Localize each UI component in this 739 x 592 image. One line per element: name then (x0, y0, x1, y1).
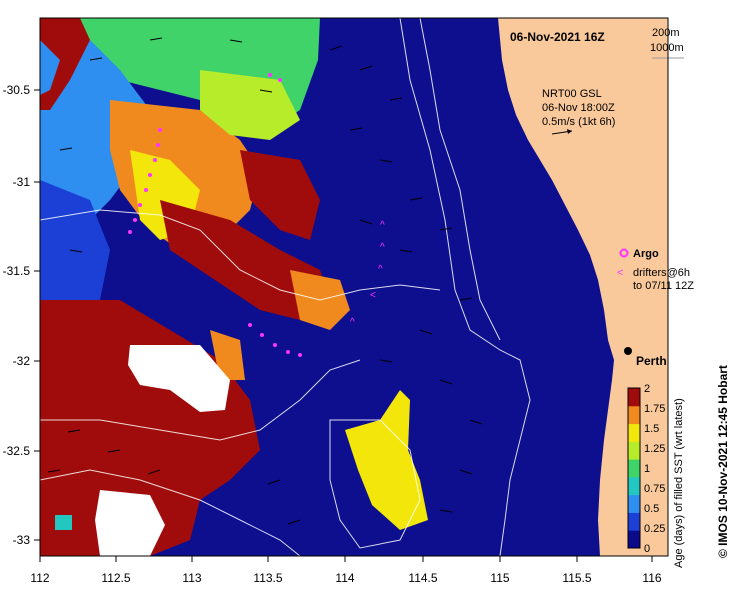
colorbar-tick-label: 0 (644, 543, 650, 555)
contour-label-1000m: 1000m (650, 42, 684, 54)
drifter-legend-label-2: to 07/11 12Z (633, 280, 694, 292)
date-label: 06-Nov-2021 16Z (510, 30, 605, 44)
colorbar-segment (628, 405, 640, 425)
colorbar-tick-label: 1.75 (644, 403, 665, 415)
colorbar-segment (628, 476, 640, 496)
x-tick-label: 115 (490, 571, 509, 585)
colorbar-tick-label: 0.25 (644, 523, 665, 535)
colorbar-tick-label: 1.25 (644, 443, 665, 455)
y-tick-label: -31 (13, 175, 31, 189)
credit-label: © IMOS 10-Nov-2021 12:45 Hobart (716, 365, 730, 558)
colorbar-tick-label: 0.5 (644, 503, 659, 515)
current-source: NRT00 GSL (542, 88, 602, 100)
y-tick-label: -30.5 (3, 83, 31, 97)
y-tick-label: -32 (13, 354, 31, 368)
x-tick-label: 112 (30, 571, 49, 585)
colorbar-tick-label: 1.5 (644, 423, 659, 435)
colorbar-tick-label: 0.75 (644, 483, 665, 495)
colorbar-segment (628, 530, 640, 549)
colorbar-segment (628, 388, 640, 407)
current-scale: 0.5m/s (1kt 6h) (542, 116, 615, 128)
x-tick-label: 114.5 (408, 571, 437, 585)
svg-text:^: ^ (378, 264, 383, 275)
sst-map: ^ ^ ^ ^ < Perth 06-Nov-2021 16Z 200m 100… (3, 17, 730, 585)
x-tick-label: 113.5 (253, 571, 282, 585)
x-tick-label: 113 (182, 571, 201, 585)
perth-label: Perth (636, 354, 667, 368)
colorbar-segment (628, 441, 640, 460)
contour-label-200m: 200m (652, 27, 680, 39)
y-tick-label: -31.5 (3, 264, 31, 278)
svg-text:^: ^ (380, 242, 385, 253)
colorbar-tick-label: 2 (644, 383, 650, 395)
colorbar-segment (628, 494, 640, 513)
colorbar-title: Age (days) of filled SST (wrt latest) (673, 398, 685, 568)
x-tick-label: 115.5 (562, 571, 591, 585)
colorbar-tick-label: 1 (644, 463, 650, 475)
colorbar-segment (628, 423, 640, 442)
x-tick-label: 114 (335, 571, 354, 585)
y-axis-ticks: -30.5 -31 -31.5 -32 -32.5 -33 (3, 83, 40, 547)
x-tick-label: 112.5 (101, 571, 130, 585)
svg-text:^: ^ (380, 220, 385, 231)
colorbar-segment (628, 512, 640, 531)
colorbar-segment (628, 459, 640, 478)
y-tick-label: -33 (13, 533, 31, 547)
x-axis-ticks: 112 112.5 113 113.5 114 114.5 115 115.5 116 (30, 556, 662, 585)
svg-text:<: < (370, 290, 376, 301)
x-tick-label: 116 (642, 571, 661, 585)
drifter-legend-icon: < (617, 267, 623, 279)
argo-legend-label: Argo (633, 248, 659, 260)
current-time: 06-Nov 18:00Z (542, 102, 615, 114)
perth-marker (624, 347, 632, 355)
svg-text:^: ^ (350, 317, 355, 328)
y-tick-label: -32.5 (3, 444, 31, 458)
drifter-legend-label-1: drifters@6h (633, 267, 690, 279)
